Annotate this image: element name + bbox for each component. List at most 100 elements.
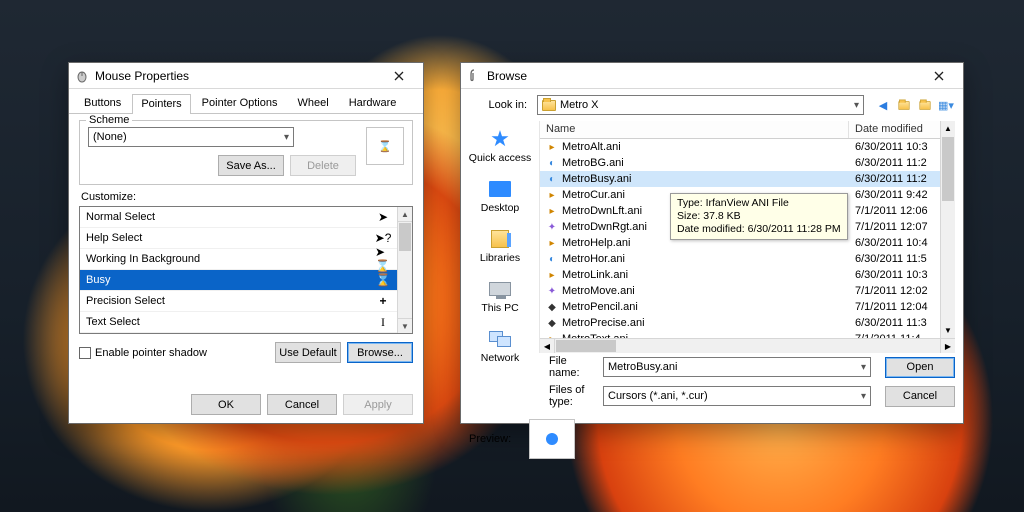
tab-hardware[interactable]: Hardware — [340, 93, 406, 113]
hourglass-icon: ⌛ — [378, 140, 392, 153]
file-name-input[interactable]: MetroBusy.ani — [603, 357, 871, 377]
file-list-hscrollbar[interactable]: ◀ ▶ — [540, 338, 955, 353]
scroll-right-icon[interactable]: ▶ — [940, 339, 955, 353]
col-name[interactable]: Name — [540, 121, 849, 138]
pc-icon — [489, 282, 511, 296]
apply-button: Apply — [343, 394, 413, 415]
customize-item-precision[interactable]: Precision Select + — [80, 291, 397, 312]
tab-buttons[interactable]: Buttons — [75, 93, 130, 113]
view-menu-icon[interactable]: ▦▾ — [937, 96, 955, 114]
scroll-up-icon[interactable]: ▲ — [941, 121, 955, 136]
file-name: MetroLink.ani — [562, 269, 628, 281]
file-row[interactable]: ◐MetroBG.ani6/30/2011 11:2 — [540, 155, 955, 171]
file-tooltip: Type: IrfanView ANI File Size: 37.8 KB D… — [670, 193, 848, 240]
file-icon: ✦ — [546, 221, 558, 233]
browse-window: Browse Look in: Metro X ◀ ▦▾ ★ Quick acc… — [460, 62, 964, 424]
preview-label: Preview: — [469, 433, 521, 445]
file-row[interactable]: ▸MetroAlt.ani6/30/2011 10:3 — [540, 139, 955, 155]
use-default-button[interactable]: Use Default — [275, 342, 341, 363]
ok-button[interactable]: OK — [191, 394, 261, 415]
cancel-button[interactable]: Cancel — [267, 394, 337, 415]
arrow-hourglass-icon: ➤⌛ — [375, 245, 391, 273]
new-folder-icon[interactable] — [916, 96, 934, 114]
scroll-down-icon[interactable]: ▼ — [941, 323, 955, 338]
file-list: Name Date modified ▸MetroAlt.ani6/30/201… — [539, 121, 955, 353]
checkbox-icon — [79, 347, 91, 359]
file-icon: ▸ — [546, 189, 558, 201]
customize-item-help[interactable]: Help Select ➤? — [80, 228, 397, 249]
customize-list: Normal Select ➤ Help Select ➤? Working I… — [79, 206, 413, 334]
tab-pointer-options[interactable]: Pointer Options — [193, 93, 287, 113]
scroll-left-icon[interactable]: ◀ — [540, 339, 555, 353]
save-as-button[interactable]: Save As... — [218, 155, 284, 176]
file-list-vscrollbar[interactable]: ▲ ▼ — [940, 121, 955, 338]
mouse-titlebar[interactable]: Mouse Properties — [69, 63, 423, 89]
file-row[interactable]: ◆MetroPrecise.ani6/30/2011 11:3 — [540, 315, 955, 331]
files-of-type-label: Files of type: — [469, 384, 597, 408]
tab-pointers[interactable]: Pointers — [132, 94, 190, 114]
close-icon[interactable] — [381, 66, 417, 86]
scheme-legend: Scheme — [86, 114, 132, 126]
customize-item-text[interactable]: Text Select I — [80, 312, 397, 333]
place-this-pc[interactable]: This PC — [461, 275, 539, 317]
file-name-label: File name: — [469, 355, 597, 379]
back-icon[interactable]: ◀ — [874, 96, 892, 114]
cancel-button[interactable]: Cancel — [885, 386, 955, 407]
scroll-down-icon[interactable]: ▼ — [398, 318, 412, 333]
open-button[interactable]: Open — [885, 357, 955, 378]
file-icon: ▸ — [546, 269, 558, 281]
scroll-thumb[interactable] — [942, 137, 954, 201]
customize-scrollbar[interactable]: ▲ ▼ — [397, 207, 412, 333]
mouse-title: Mouse Properties — [95, 69, 381, 83]
file-row[interactable]: ◐MetroBusy.ani6/30/2011 11:2 — [540, 171, 955, 187]
scroll-up-icon[interactable]: ▲ — [398, 207, 412, 222]
file-row[interactable]: ✦MetroMove.ani7/1/2011 12:02 — [540, 283, 955, 299]
customize-item-working[interactable]: Working In Background ➤⌛ — [80, 249, 397, 270]
hourglass-icon: ⌛ — [375, 273, 391, 287]
file-icon: ▸ — [546, 205, 558, 217]
delete-button: Delete — [290, 155, 356, 176]
arrow-icon: ➤ — [375, 210, 391, 224]
file-icon: ◆ — [546, 317, 558, 329]
up-icon[interactable] — [895, 96, 913, 114]
browse-button[interactable]: Browse... — [347, 342, 413, 363]
file-name: MetroHor.ani — [562, 253, 625, 265]
look-in-select[interactable]: Metro X — [537, 95, 864, 115]
customize-item-normal[interactable]: Normal Select ➤ — [80, 207, 397, 228]
mouse-properties-window: Mouse Properties Buttons Pointers Pointe… — [68, 62, 424, 424]
look-in-value: Metro X — [560, 99, 599, 111]
scheme-select[interactable]: (None) — [88, 127, 294, 147]
customize-item-busy[interactable]: Busy ⌛ — [80, 270, 397, 291]
scheme-value: (None) — [93, 131, 127, 143]
file-name: MetroBG.ani — [562, 157, 624, 169]
look-in-label: Look in: — [469, 99, 531, 111]
file-name: MetroHelp.ani — [562, 237, 630, 249]
file-icon: ✦ — [546, 285, 558, 297]
file-name: MetroMove.ani — [562, 285, 635, 297]
file-row[interactable]: ◐MetroHor.ani6/30/2011 11:5 — [540, 251, 955, 267]
place-libraries[interactable]: Libraries — [461, 225, 539, 267]
close-icon[interactable] — [921, 66, 957, 86]
help-cursor-icon: ➤? — [375, 231, 391, 245]
file-name: MetroPrecise.ani — [562, 317, 645, 329]
file-icon: ◐ — [546, 173, 558, 185]
file-icon: ◐ — [546, 157, 558, 169]
files-of-type-select[interactable]: Cursors (*.ani, *.cur) — [603, 386, 871, 406]
place-quick-access[interactable]: ★ Quick access — [461, 125, 539, 167]
desktop-icon — [489, 181, 511, 197]
file-icon: ▸ — [546, 141, 558, 153]
file-row[interactable]: ◆MetroPencil.ani7/1/2011 12:04 — [540, 299, 955, 315]
file-icon: ◐ — [546, 253, 558, 265]
place-desktop[interactable]: Desktop — [461, 175, 539, 217]
file-icon: ▸ — [546, 333, 558, 338]
browse-titlebar[interactable]: Browse — [461, 63, 963, 89]
enable-shadow-checkbox[interactable]: Enable pointer shadow — [79, 347, 207, 359]
file-list-header[interactable]: Name Date modified — [540, 121, 955, 139]
browse-title: Browse — [487, 69, 921, 83]
customize-label: Customize: — [81, 191, 413, 203]
scroll-thumb[interactable] — [556, 340, 616, 352]
scroll-thumb[interactable] — [399, 223, 411, 251]
file-row[interactable]: ▸MetroText.ani7/1/2011 11:4 — [540, 331, 955, 338]
tab-wheel[interactable]: Wheel — [289, 93, 338, 113]
file-row[interactable]: ▸MetroLink.ani6/30/2011 10:3 — [540, 267, 955, 283]
